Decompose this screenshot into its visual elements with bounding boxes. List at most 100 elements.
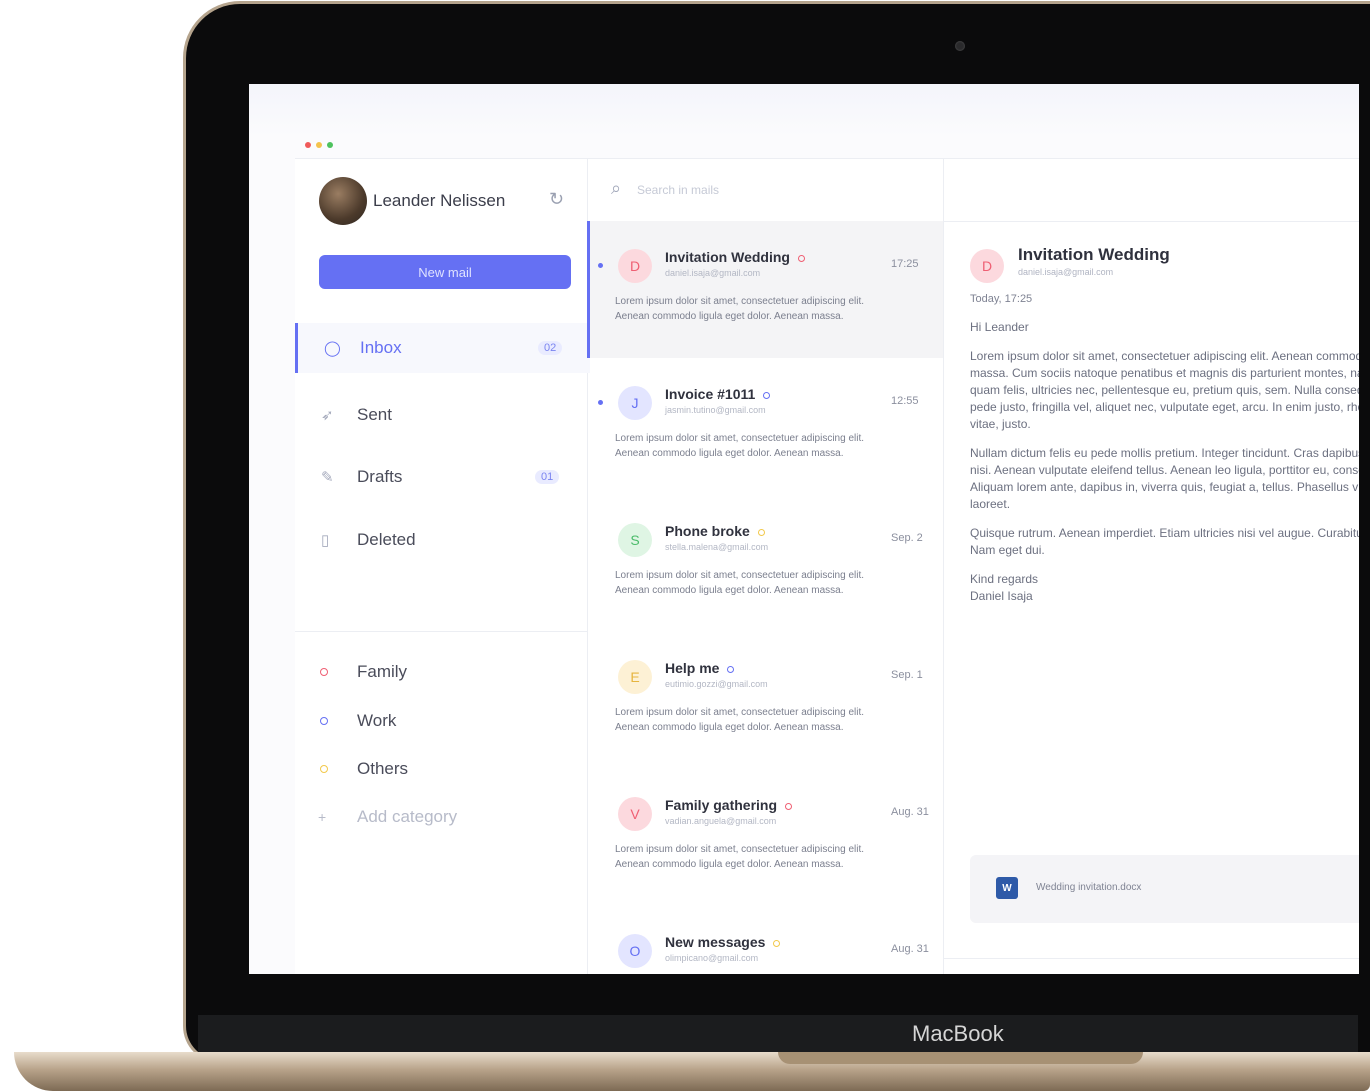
window-topbar <box>249 84 1359 136</box>
user-name: Leander Nelissen <box>373 191 506 210</box>
sidebar-item-label: Deleted <box>357 530 416 549</box>
sidebar-item-drafts[interactable]: ✎ Drafts 01 <box>295 452 587 502</box>
reader-toolbar <box>944 159 1359 222</box>
message-signoff: Kind regards <box>970 572 1039 586</box>
mail-list: ⌕ D Invitation Wedding daniel.isaja@gmai… <box>587 159 944 974</box>
word-document-icon: W <box>996 877 1018 899</box>
trash-icon: ▯ <box>321 532 330 549</box>
paper-plane-icon: ➶ <box>321 407 334 424</box>
category-label: Work <box>357 711 397 730</box>
search-bar: ⌕ <box>587 159 943 222</box>
list-item[interactable]: J Invoice #1011 jasmin.tutino@gmail.com … <box>587 358 943 495</box>
user-profile[interactable]: Leander Nelissen <box>319 177 505 225</box>
tag-dot-icon <box>763 391 771 399</box>
mail-time: 17:25 <box>891 258 919 270</box>
mail-time: Sep. 1 <box>891 669 923 681</box>
tag-dot-icon <box>773 939 781 947</box>
mail-subject: Phone broke <box>665 523 750 539</box>
message-signature: Daniel Isaja <box>970 589 1033 603</box>
list-item[interactable]: E Help me eutimio.gozzi@gmail.com Sep. 1… <box>587 632 943 769</box>
mail-preview: Lorem ipsum dolor sit amet, consectetuer… <box>615 844 865 870</box>
new-mail-button[interactable]: New mail <box>319 255 571 289</box>
sender-avatar: D <box>618 249 652 283</box>
mail-preview: Lorem ipsum dolor sit amet, consectetuer… <box>615 296 865 322</box>
sidebar-item-inbox[interactable]: ◯ Inbox 02 <box>295 323 590 373</box>
laptop-brand: MacBook <box>912 1021 1004 1046</box>
search-input[interactable] <box>635 178 899 202</box>
mail-subject-row: New messages <box>665 934 781 950</box>
reading-pane: D Invitation Wedding daniel.isaja@gmail.… <box>944 159 1359 974</box>
unread-count-badge: 02 <box>538 341 563 355</box>
pencil-icon: ✎ <box>321 469 334 486</box>
mail-preview: Lorem ipsum dolor sit amet, consectetuer… <box>615 707 865 733</box>
mail-subject: New messages <box>665 934 766 950</box>
category-label: Others <box>357 759 409 778</box>
chat-bubble-icon: ◯ <box>324 340 341 357</box>
sender-avatar: O <box>618 934 652 968</box>
laptop-base <box>14 1052 1370 1091</box>
sender-email: vadian.anguela@gmail.com <box>665 816 777 826</box>
sender-email: daniel.isaja@gmail.com <box>665 268 761 278</box>
attachment-name: Wedding invitation.docx <box>1036 882 1142 893</box>
sender-email: eutimio.gozzi@gmail.com <box>665 679 768 689</box>
mail-time: Aug. 31 <box>891 806 929 818</box>
work-tag-icon <box>320 717 328 725</box>
add-category-label: Add category <box>357 807 458 826</box>
message-greeting: Hi Leander <box>970 320 1029 334</box>
mail-preview: Lorem ipsum dolor sit amet, consectetuer… <box>615 570 865 596</box>
drafts-count-badge: 01 <box>535 470 560 484</box>
sender-email: jasmin.tutino@gmail.com <box>665 405 766 415</box>
sidebar-item-deleted[interactable]: ▯ Deleted <box>295 515 587 565</box>
camera-icon <box>955 41 965 51</box>
category-label: Family <box>357 662 408 681</box>
attachment[interactable]: W Wedding invitation.docx <box>970 855 1359 923</box>
sender-email: olimpicano@gmail.com <box>665 953 759 963</box>
sidebar-divider <box>295 631 587 632</box>
sidebar-item-label: Inbox <box>360 338 402 357</box>
message-date: Today, 17:25 <box>970 293 1033 305</box>
sidebar-item-label: Drafts <box>357 467 403 486</box>
maximize-window-button[interactable] <box>327 142 333 148</box>
list-item[interactable]: S Phone broke stella.malena@gmail.com Se… <box>587 495 943 632</box>
sidebar-item-sent[interactable]: ➶ Sent <box>295 390 587 440</box>
mail-subject-row: Family gathering <box>665 797 793 813</box>
message-body: Hi Leander Lorem ipsum dolor sit amet, c… <box>970 319 1359 617</box>
message-paragraph: Lorem ipsum dolor sit amet, consectetuer… <box>970 349 1359 431</box>
sender-avatar: E <box>618 660 652 694</box>
family-tag-icon <box>320 668 328 676</box>
mail-time: Aug. 31 <box>891 943 929 955</box>
mail-app: Leander Nelissen ↻ New mail ◯ Inbox 02 ➶… <box>295 158 1359 974</box>
window-controls <box>305 142 333 148</box>
list-item[interactable]: O New messages olimpicano@gmail.com Aug.… <box>587 906 943 974</box>
mail-subject-row: Invoice #1011 <box>665 386 771 402</box>
list-item[interactable]: D Invitation Wedding daniel.isaja@gmail.… <box>587 221 943 358</box>
message-paragraph: Quisque rutrum. Aenean imperdiet. Etiam … <box>970 526 1359 557</box>
others-tag-icon <box>320 765 328 773</box>
sidebar-item-label: Sent <box>357 405 392 424</box>
search-icon: ⌕ <box>611 178 622 198</box>
tag-dot-icon <box>727 665 735 673</box>
mail-time: 12:55 <box>891 395 919 407</box>
tag-dot-icon <box>797 254 805 262</box>
sender-avatar: D <box>970 249 1004 283</box>
mail-subject: Invitation Wedding <box>665 249 790 265</box>
sidebar: Leander Nelissen ↻ New mail ◯ Inbox 02 ➶… <box>295 159 590 974</box>
refresh-icon[interactable]: ↻ <box>549 189 564 210</box>
minimize-window-button[interactable] <box>316 142 322 148</box>
mail-time: Sep. 2 <box>891 532 923 544</box>
unread-indicator <box>598 263 603 268</box>
mail-subject: Invoice #1011 <box>665 386 756 402</box>
message-subject: Invitation Wedding <box>1018 245 1170 264</box>
mail-preview: Lorem ipsum dolor sit amet, consectetuer… <box>615 433 865 459</box>
sender-email: stella.malena@gmail.com <box>665 542 769 552</box>
unread-indicator <box>598 400 603 405</box>
tag-dot-icon <box>757 528 765 536</box>
reader-footer-divider <box>944 958 1359 959</box>
close-window-button[interactable] <box>305 142 311 148</box>
plus-icon: + <box>318 809 327 825</box>
mail-subject: Family gathering <box>665 797 778 813</box>
list-item[interactable]: V Family gathering vadian.anguela@gmail.… <box>587 769 943 906</box>
laptop-notch <box>778 1052 1143 1064</box>
message-paragraph: Nullam dictum felis eu pede mollis preti… <box>970 446 1359 511</box>
laptop-bezel <box>198 1015 1358 1053</box>
